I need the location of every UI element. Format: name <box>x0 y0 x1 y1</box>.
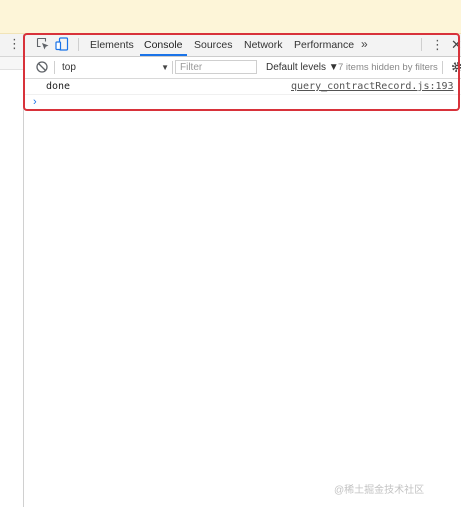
watermark: @稀土掘金技术社区 <box>334 485 425 496</box>
toolbar-separator <box>78 38 79 51</box>
console-filter-bar: top ▼ Filter Default levels ▼ 7 items hi… <box>24 57 461 79</box>
inspect-element-icon[interactable] <box>36 37 50 51</box>
context-value: top <box>62 62 76 73</box>
tab-network[interactable]: Network <box>244 34 283 56</box>
context-selector[interactable]: top ▼ <box>57 60 169 75</box>
toolbar-separator <box>442 61 443 74</box>
console-message: done query_contractRecord.js:193 <box>24 79 461 95</box>
page-side-panel: ⋮ <box>0 34 24 507</box>
clear-console-icon[interactable] <box>35 60 49 74</box>
toolbar-separator <box>421 38 422 51</box>
tab-console[interactable]: Console <box>140 34 187 56</box>
console-message-source-link[interactable]: query_contractRecord.js:193 <box>291 81 454 92</box>
tab-sources[interactable]: Sources <box>194 34 233 56</box>
hidden-items-info: 7 items hidden by filters <box>338 62 438 73</box>
side-panel-subheader <box>0 57 23 70</box>
log-levels-dropdown[interactable]: Default levels ▼ <box>266 60 339 75</box>
console-message-text: done <box>46 81 71 92</box>
tab-performance[interactable]: Performance <box>294 34 354 56</box>
device-toolbar-icon[interactable] <box>55 37 69 51</box>
more-tabs-icon[interactable]: » <box>361 34 368 56</box>
settings-gear-icon[interactable] <box>451 61 461 73</box>
devtools-panel: Elements Console Sources Network Perform… <box>24 34 461 507</box>
dropdown-arrow-icon: ▼ <box>161 63 169 72</box>
console-prompt[interactable]: › <box>33 95 37 109</box>
devtools-menu-icon[interactable]: ⋮ <box>431 34 444 56</box>
devtools-toolbar: Elements Console Sources Network Perform… <box>24 34 461 57</box>
side-panel-header: ⋮ <box>0 34 23 57</box>
toolbar-separator <box>54 61 55 74</box>
toolbar-separator <box>172 61 173 74</box>
side-panel-menu-icon[interactable]: ⋮ <box>8 37 21 51</box>
close-devtools-icon[interactable]: ✕ <box>451 34 461 56</box>
notification-banner <box>0 0 461 34</box>
console-filter-input[interactable]: Filter <box>175 60 257 74</box>
tab-elements[interactable]: Elements <box>90 34 134 56</box>
